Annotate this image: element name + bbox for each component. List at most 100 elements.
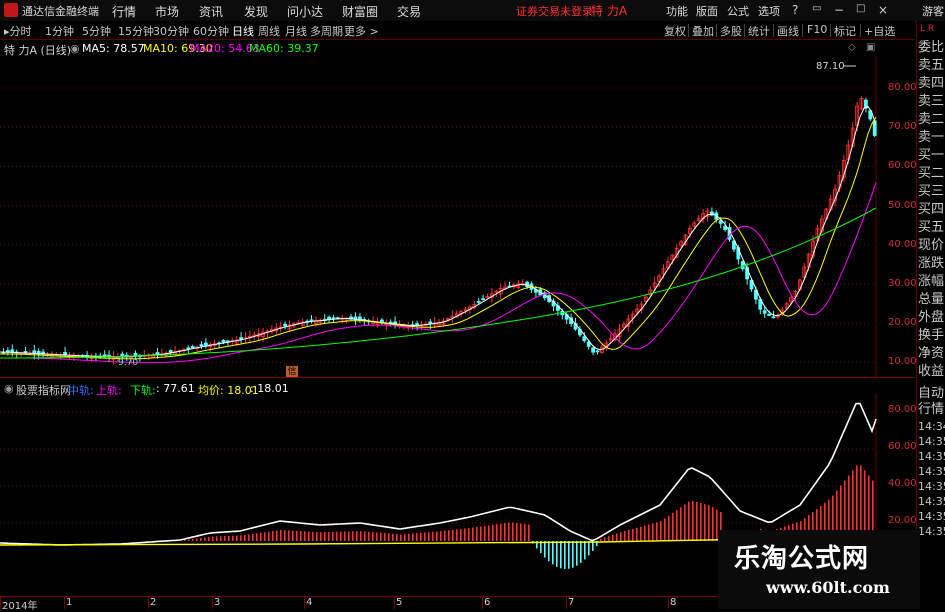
date-label: 5	[396, 597, 403, 608]
histogram-bar	[428, 532, 430, 541]
period-15min[interactable]: 15分钟	[118, 23, 154, 39]
help-icon[interactable]: ?	[792, 3, 798, 17]
candle-body	[428, 321, 433, 324]
tool-add-favorite[interactable]: +自选	[864, 23, 895, 39]
watermark-title: 乐淘公式网	[734, 544, 870, 574]
date-divider	[566, 597, 567, 609]
histogram-bar	[664, 518, 666, 541]
period-tick[interactable]: ▸分时	[4, 23, 32, 39]
price-axis-label: 10.00	[888, 356, 917, 368]
histogram-bar	[528, 524, 530, 541]
period-more[interactable]: 更多 >	[344, 23, 379, 39]
indicator-axis-label: 80.00	[888, 404, 917, 415]
tool-adjust[interactable]: 复权	[664, 23, 686, 39]
menu-options[interactable]: 选项	[758, 3, 780, 19]
close-icon[interactable]: ×	[878, 3, 888, 17]
sidebar-item[interactable]: 换手	[918, 328, 944, 344]
histogram-bar	[304, 531, 306, 541]
menu-function[interactable]: 功能	[666, 3, 688, 19]
maximize-icon[interactable]: □	[856, 3, 865, 14]
histogram-bar	[356, 531, 358, 541]
histogram-bar	[232, 535, 234, 541]
period-1min[interactable]: 1分钟	[45, 23, 74, 39]
login-warning[interactable]: 证券交易未登录	[516, 3, 593, 19]
sidebar-item[interactable]: 买四	[918, 202, 944, 218]
histogram-bar	[272, 531, 274, 541]
restore-icon[interactable]: ▭	[812, 3, 821, 14]
guest-label[interactable]: 游客	[922, 3, 944, 19]
date-divider	[212, 597, 213, 609]
menu-trade[interactable]: 交易	[397, 3, 421, 20]
chart-settings-icon[interactable]: ◇	[848, 42, 856, 53]
tool-overlay[interactable]: 叠加	[692, 23, 714, 39]
menu-formula[interactable]: 公式	[727, 3, 749, 19]
menu-layout[interactable]: 版面	[696, 3, 718, 19]
histogram-bar	[344, 531, 346, 541]
sidebar-item[interactable]: 卖四	[918, 76, 944, 92]
sidebar-item[interactable]: 收益	[918, 364, 944, 380]
histogram-bar	[492, 524, 494, 541]
sidebar-item[interactable]: 总量	[918, 292, 944, 308]
tool-f10[interactable]: F10	[807, 23, 827, 36]
minimize-icon[interactable]: −	[834, 3, 844, 17]
sidebar-item[interactable]: 买二	[918, 166, 944, 182]
period-multi[interactable]: 多周期	[310, 23, 343, 39]
chart-menu-icon[interactable]: ◉	[70, 42, 80, 55]
histogram-bar	[260, 532, 262, 541]
histogram-bar	[212, 536, 214, 541]
sidebar-item[interactable]: 买一	[918, 148, 944, 164]
histogram-bar	[448, 530, 450, 541]
sidebar-item[interactable]: 涨幅	[918, 274, 944, 290]
tool-multistock[interactable]: 多股	[720, 23, 742, 39]
tool-draw[interactable]: 画线	[777, 23, 799, 39]
period-60min[interactable]: 60分钟	[193, 23, 229, 39]
app-title: 通达信金融终端	[22, 5, 99, 18]
period-weekly[interactable]: 周线	[258, 23, 280, 39]
menu-market[interactable]: 市场	[155, 3, 179, 20]
sidebar-corner-label[interactable]: L R	[920, 24, 934, 34]
histogram-bar	[188, 539, 190, 541]
period-5min[interactable]: 5分钟	[82, 23, 111, 39]
sidebar-auto[interactable]: 自动	[918, 386, 944, 402]
sidebar-item[interactable]: 买三	[918, 184, 944, 200]
menu-ask[interactable]: 问小达	[287, 3, 323, 20]
candle-body	[582, 336, 587, 342]
menu-news[interactable]: 资讯	[199, 3, 223, 20]
sidebar-item[interactable]: 净资	[918, 346, 944, 362]
sidebar-item[interactable]: 外盘	[918, 310, 944, 326]
toolbar-divider	[830, 24, 831, 37]
sidebar-item[interactable]: 卖一	[918, 130, 944, 146]
tool-stats[interactable]: 统计	[748, 23, 770, 39]
histogram-bar	[608, 536, 610, 541]
chart-expand-icon[interactable]: ▣	[866, 42, 875, 53]
histogram-bar	[660, 521, 662, 541]
period-30min[interactable]: 30分钟	[153, 23, 189, 39]
period-daily[interactable]: 日线	[232, 23, 254, 39]
histogram-bar	[236, 535, 238, 541]
sidebar-quote[interactable]: 行情	[918, 402, 944, 418]
histogram-bar	[560, 541, 562, 569]
menu-discover[interactable]: 发现	[244, 3, 268, 20]
candlestick-chart[interactable]	[0, 56, 915, 377]
sidebar-item[interactable]: 卖二	[918, 112, 944, 128]
sidebar-item[interactable]: 现价	[918, 238, 944, 254]
histogram-bar	[332, 531, 334, 541]
histogram-bar	[504, 523, 506, 541]
current-stock-name: 特 力A	[591, 4, 628, 18]
histogram-bar	[368, 531, 370, 541]
histogram-bar	[444, 530, 446, 541]
histogram-bar	[404, 534, 406, 541]
sidebar-item[interactable]: 卖五	[918, 58, 944, 74]
sidebar-item[interactable]: 涨跌	[918, 256, 944, 272]
sidebar-item[interactable]: 卖三	[918, 94, 944, 110]
tool-mark[interactable]: 标记	[834, 23, 856, 39]
histogram-bar	[708, 505, 710, 541]
tick-time-label: 14:35	[918, 450, 945, 463]
menu-quotes[interactable]: 行情	[112, 3, 136, 20]
menu-wealth[interactable]: 财富圈	[342, 3, 378, 20]
period-monthly[interactable]: 月线	[285, 23, 307, 39]
histogram-bar	[588, 541, 590, 556]
sidebar-item[interactable]: 委比	[918, 40, 944, 56]
price-axis-label: 70.00	[888, 121, 917, 133]
sidebar-item[interactable]: 买五	[918, 220, 944, 236]
